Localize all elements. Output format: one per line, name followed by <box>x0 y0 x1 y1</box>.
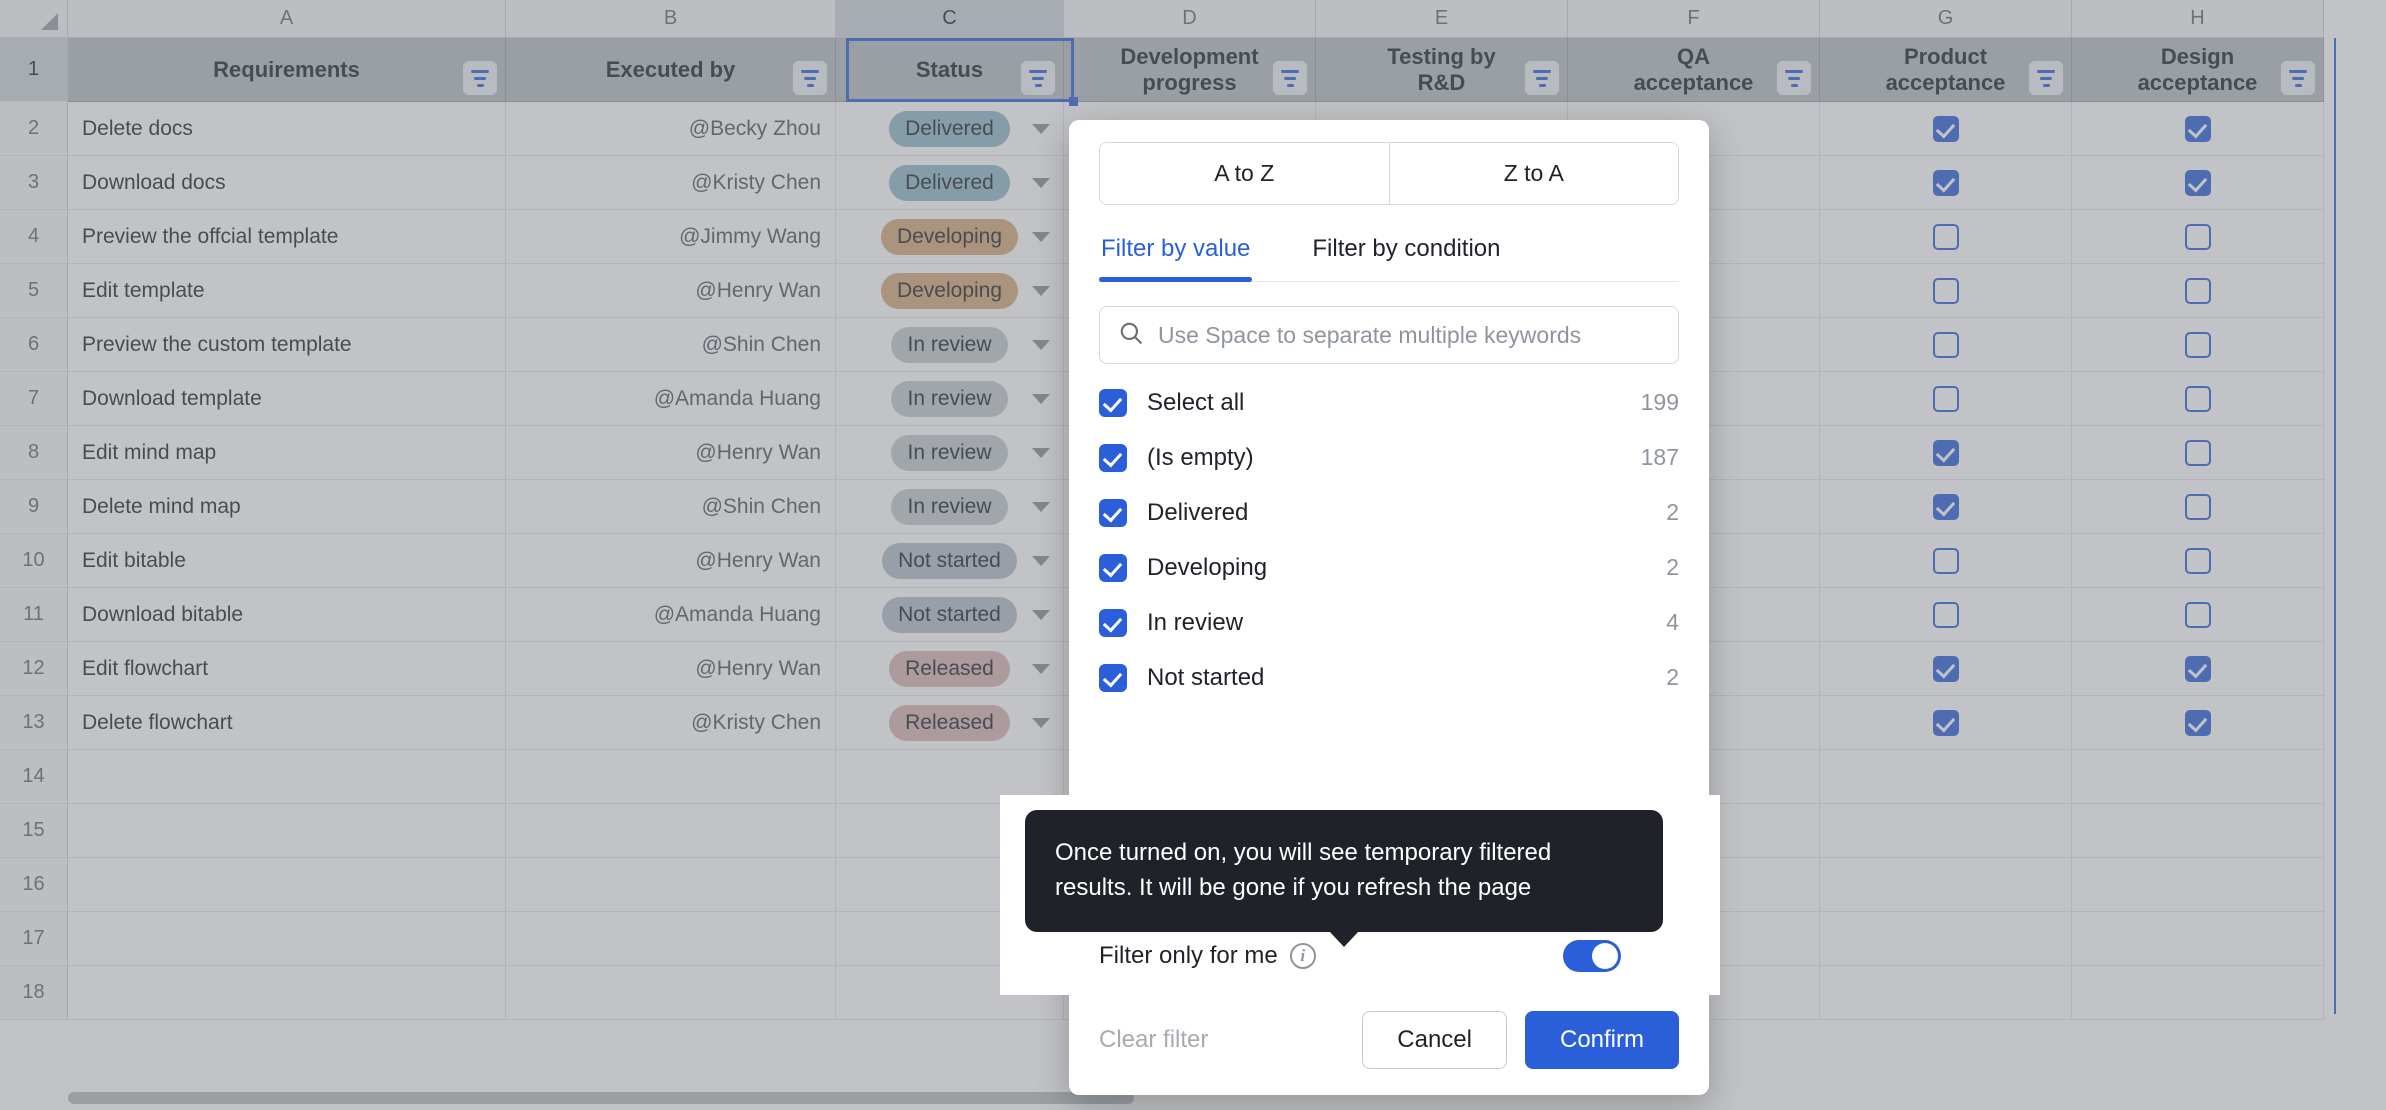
tab-filter-by-value[interactable]: Filter by value <box>1099 231 1253 282</box>
filter-value-checkbox[interactable] <box>1099 553 1127 582</box>
filter-only-for-me-toggle-lit[interactable] <box>1563 940 1621 972</box>
app-root: A B C D E F G H 1 2 3 4 5 6 7 8 9 10 11 12 13 14 15 16 17 18 Requi… <box>0 0 2386 1110</box>
filter-panel-top: A to Z Z to A Filter by value Filter by … <box>1069 120 1709 364</box>
filter-value-row[interactable]: Select all 199 <box>1099 380 1679 425</box>
sort-button-group: A to Z Z to A <box>1099 142 1679 205</box>
sort-a-to-z-button[interactable]: A to Z <box>1100 143 1389 204</box>
filter-value-checkbox[interactable] <box>1099 498 1127 527</box>
filter-only-for-me-label-lit: Filter only for me i <box>1099 942 1316 970</box>
filter-value-checkbox[interactable] <box>1099 443 1127 472</box>
filter-value-count: 2 <box>1666 554 1679 580</box>
filter-value-checkbox[interactable] <box>1099 608 1127 637</box>
filter-value-checkbox[interactable] <box>1099 663 1127 692</box>
filter-value-row[interactable]: Delivered 2 <box>1099 490 1679 535</box>
filter-value-label: Developing <box>1147 553 1268 581</box>
filter-value-count: 2 <box>1666 664 1679 690</box>
filter-value-count: 2 <box>1666 499 1679 525</box>
filter-value-label: Select all <box>1147 388 1245 416</box>
filter-only-for-me-tooltip: Once turned on, you will see temporary f… <box>1025 810 1663 932</box>
filter-value-row[interactable]: (Is empty) 187 <box>1099 435 1679 480</box>
filter-search-box[interactable] <box>1099 306 1679 364</box>
filter-value-row[interactable]: In review 4 <box>1099 600 1679 645</box>
info-icon-lit[interactable]: i <box>1289 943 1316 969</box>
tab-filter-by-condition[interactable]: Filter by condition <box>1310 231 1502 281</box>
filter-tabs: Filter by value Filter by condition <box>1099 231 1679 282</box>
filter-only-for-me-text-lit: Filter only for me <box>1099 942 1278 969</box>
confirm-button[interactable]: Confirm <box>1524 1011 1679 1069</box>
filter-value-label: Not started <box>1147 663 1265 691</box>
search-icon <box>1118 320 1144 351</box>
filter-value-checkbox[interactable] <box>1099 388 1127 417</box>
filter-value-label: (Is empty) <box>1147 443 1254 471</box>
filter-value-row[interactable]: Developing 2 <box>1099 545 1679 590</box>
filter-value-count: 187 <box>1640 444 1679 470</box>
filter-value-count: 4 <box>1666 609 1679 635</box>
filter-panel-footer: Clear filter Cancel Confirm <box>1069 985 1709 1095</box>
filter-value-label: In review <box>1147 608 1244 636</box>
filter-value-count: 199 <box>1640 389 1679 415</box>
sort-z-to-a-button[interactable]: Z to A <box>1388 143 1678 204</box>
clear-filter-button[interactable]: Clear filter <box>1099 1026 1208 1054</box>
filter-value-label: Delivered <box>1147 498 1249 526</box>
search-input[interactable] <box>1158 321 1660 349</box>
filter-value-row[interactable]: Not started 2 <box>1099 655 1679 700</box>
cancel-button[interactable]: Cancel <box>1362 1011 1507 1069</box>
